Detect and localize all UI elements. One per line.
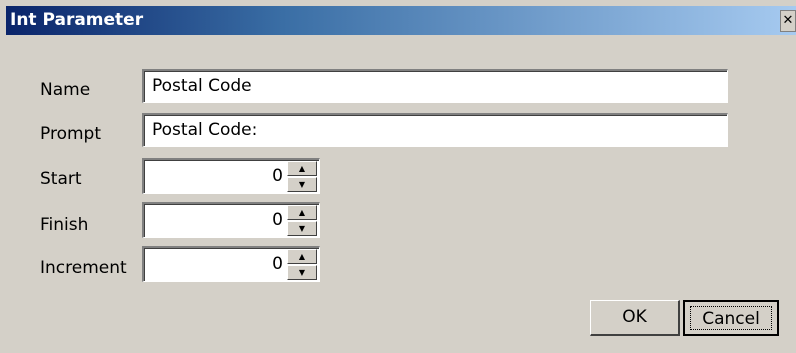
increment-down-arrow-icon[interactable]: ▼ [287,265,317,280]
cancel-button[interactable]: Cancel [683,300,779,336]
start-spinner[interactable]: 0 ▲ ▼ [142,158,320,194]
finish-up-arrow-icon[interactable]: ▲ [287,205,317,220]
finish-value[interactable]: 0 [272,206,283,234]
finish-down-arrow-icon[interactable]: ▼ [287,221,317,236]
finish-spinner[interactable]: 0 ▲ ▼ [142,202,320,238]
window-title: Int Parameter [10,10,144,30]
start-down-arrow-icon[interactable]: ▼ [287,177,317,192]
prompt-label: Prompt [40,124,101,144]
start-value[interactable]: 0 [272,162,283,190]
ok-button[interactable]: OK [590,300,680,336]
increment-up-arrow-icon[interactable]: ▲ [287,249,317,264]
increment-spinner[interactable]: 0 ▲ ▼ [142,246,320,282]
name-field[interactable]: Postal Code [142,69,728,103]
increment-label: Increment [40,258,127,278]
close-icon[interactable]: ✕ [780,10,796,32]
title-bar[interactable]: Int Parameter ✕ [6,6,796,35]
start-label: Start [40,169,82,189]
start-up-arrow-icon[interactable]: ▲ [287,161,317,176]
increment-value[interactable]: 0 [272,250,283,278]
name-label: Name [40,80,91,100]
prompt-field[interactable]: Postal Code: [142,113,728,147]
int-parameter-dialog: Int Parameter ✕ Name Postal Code Prompt … [0,0,796,353]
finish-label: Finish [40,215,89,235]
cancel-label: Cancel [690,306,772,330]
